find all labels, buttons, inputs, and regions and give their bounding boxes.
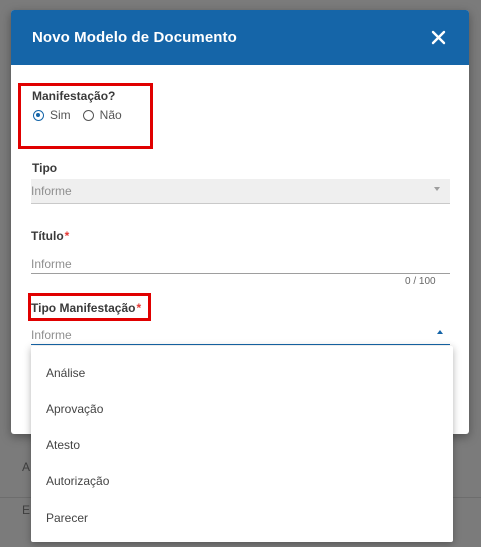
dropdown-option-autorizacao[interactable]: Autorização xyxy=(46,474,109,488)
titulo-input[interactable]: Informe xyxy=(31,257,72,271)
titulo-char-counter: 0 / 100 xyxy=(405,276,436,287)
dialog-header: Novo Modelo de Documento xyxy=(11,10,469,65)
chevron-down-icon xyxy=(434,187,440,191)
tipo-select-placeholder: Informe xyxy=(31,184,72,198)
background-row-letter: A xyxy=(22,460,31,474)
tipo-select xyxy=(31,179,450,204)
close-button[interactable] xyxy=(428,27,450,49)
dropdown-option-parecer[interactable]: Parecer xyxy=(46,511,88,525)
tipo-manifestacao-highlight xyxy=(28,293,151,321)
titulo-label: Título* xyxy=(31,229,70,243)
tipo-manifestacao-underline xyxy=(31,344,450,345)
dropdown-option-aprovacao[interactable]: Aprovação xyxy=(46,402,103,416)
dropdown-option-analise[interactable]: Análise xyxy=(46,366,85,380)
dropdown-option-atesto[interactable]: Atesto xyxy=(46,438,80,452)
tipo-manifestacao-select[interactable]: Informe xyxy=(31,328,72,342)
background-row-letter: E xyxy=(22,503,31,517)
manifestacao-highlight xyxy=(18,83,153,149)
titulo-input-underline xyxy=(31,273,450,274)
chevron-up-icon[interactable] xyxy=(437,330,443,334)
close-icon xyxy=(431,30,446,45)
dialog-title: Novo Modelo de Documento xyxy=(32,29,237,46)
tipo-manifestacao-dropdown: Análise Aprovação Atesto Autorização Par… xyxy=(31,346,453,542)
tipo-label: Tipo xyxy=(32,161,58,175)
